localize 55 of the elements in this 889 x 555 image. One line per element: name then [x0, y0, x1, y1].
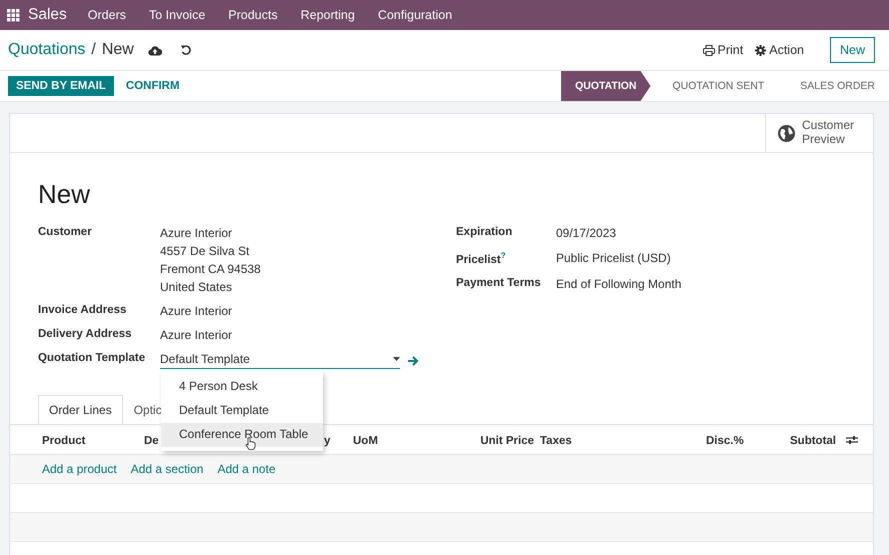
add-line-link[interactable]: Add a product: [42, 462, 117, 476]
column-settings-icon[interactable]: [846, 434, 858, 444]
field-value: Fremont CA 94538: [160, 262, 261, 276]
field-value: Azure Interior: [160, 304, 232, 318]
field-label: Delivery Address: [38, 328, 133, 342]
gear-icon: [755, 44, 766, 56]
globe-icon: [778, 124, 795, 142]
breadcrumb-current: New: [102, 41, 134, 59]
field-label: Customer: [38, 226, 93, 240]
undo-icon[interactable]: [180, 44, 192, 56]
column-header: UoM: [353, 434, 378, 446]
field-label: Pricelist$^{?}$: [456, 251, 507, 266]
arrow-right-icon[interactable]: [408, 356, 419, 366]
printer-icon: [702, 44, 715, 56]
status-step[interactable]: QUOTATION: [561, 71, 651, 101]
field-value: Azure Interior: [160, 328, 232, 342]
field-value: 4557 De Silva St: [160, 244, 250, 258]
column-header: y: [324, 434, 330, 446]
dropdown-option[interactable]: Conference Room Table: [161, 423, 323, 447]
column-header: Subtotal: [790, 434, 836, 446]
confirm-button[interactable]: CONFIRM: [118, 76, 188, 96]
field-value: End of Following Month: [556, 276, 682, 291]
cloud-upload-icon[interactable]: [148, 44, 162, 56]
menu-item[interactable]: Orders: [88, 8, 126, 22]
notebook-tab[interactable]: Order Lines: [38, 395, 123, 424]
caret-icon: [393, 357, 400, 361]
field-label: Payment Terms: [456, 276, 542, 291]
field-value: United States: [160, 280, 234, 294]
apps-menu-icon[interactable]: [7, 8, 20, 22]
column-header: Disc.%: [706, 434, 744, 446]
column-header: Taxes: [540, 434, 572, 446]
breadcrumb-separator: /: [91, 41, 96, 59]
add-line-link[interactable]: Add a note: [217, 462, 276, 476]
action-button[interactable]: Action: [755, 43, 804, 57]
add-line-link[interactable]: Add a section: [130, 462, 204, 476]
menu-item[interactable]: Reporting: [300, 8, 355, 22]
send-by-email-button[interactable]: SEND BY EMAIL: [8, 76, 114, 96]
field-value: Azure Interior: [160, 226, 234, 240]
field-value: Public Pricelist (USD): [556, 251, 671, 266]
menu-item[interactable]: Products: [228, 8, 278, 22]
menu-item[interactable]: Configuration: [378, 8, 452, 22]
column-header: Unit Price: [480, 434, 534, 446]
menu-item[interactable]: To Invoice: [148, 8, 206, 22]
field-label: Invoice Address: [38, 304, 128, 318]
column-header: De: [144, 434, 159, 446]
record-title: New: [38, 179, 92, 210]
app-name[interactable]: Sales: [28, 6, 67, 24]
column-header: Product: [42, 434, 86, 446]
template-select-field[interactable]: Default Template: [160, 352, 400, 369]
new-button[interactable]: New: [830, 37, 875, 63]
field-value: 09/17/2023: [556, 226, 616, 240]
field-label: Quotation Template: [38, 352, 146, 366]
breadcrumb-link[interactable]: Quotations: [8, 41, 86, 59]
print-button[interactable]: Print: [702, 43, 744, 57]
field-label: Expiration: [456, 226, 514, 240]
